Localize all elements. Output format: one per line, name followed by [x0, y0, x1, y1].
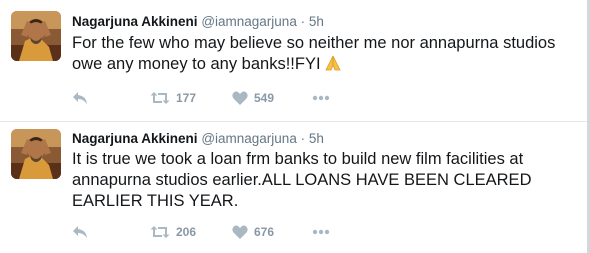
- reply-button[interactable]: [72, 88, 88, 108]
- retweet-icon: [150, 226, 170, 238]
- tweet-actions: 177 549: [72, 88, 372, 108]
- more-icon: [312, 229, 330, 235]
- reply-icon: [73, 92, 87, 104]
- reply-button[interactable]: [72, 222, 88, 242]
- like-count: 676: [254, 225, 275, 239]
- separator: ·: [300, 131, 306, 146]
- tweet-text-body: For the few who may believe so neither m…: [72, 34, 556, 73]
- author-handle[interactable]: @iamnagarjuna: [201, 131, 297, 146]
- tweet[interactable]: Nagarjuna Akkineni @iamnagarjuna · 5h It…: [0, 122, 590, 253]
- tweet[interactable]: Nagarjuna Akkineni @iamnagarjuna · 5h Fo…: [0, 0, 590, 122]
- more-button[interactable]: [312, 222, 330, 242]
- tweet-text: It is true we took a loan frm banks to b…: [72, 150, 532, 210]
- like-button[interactable]: 676: [232, 222, 274, 242]
- timestamp[interactable]: 5h: [309, 14, 324, 29]
- retweet-count: 177: [176, 91, 197, 105]
- author-name[interactable]: Nagarjuna Akkineni: [72, 131, 198, 146]
- tweet-text: For the few who may believe so neither m…: [72, 33, 582, 78]
- retweet-button[interactable]: 177: [150, 88, 196, 108]
- folded-hands-icon: [324, 54, 342, 78]
- more-icon: [312, 95, 330, 101]
- avatar[interactable]: [11, 129, 61, 179]
- more-button[interactable]: [312, 88, 330, 108]
- retweet-count: 206: [176, 225, 197, 239]
- heart-icon: [232, 91, 248, 105]
- like-count: 549: [254, 91, 275, 105]
- avatar[interactable]: [11, 11, 61, 61]
- retweet-button[interactable]: 206: [150, 222, 196, 242]
- tweet-header: Nagarjuna Akkineni @iamnagarjuna · 5h: [72, 14, 324, 29]
- timestamp[interactable]: 5h: [309, 131, 324, 146]
- author-name[interactable]: Nagarjuna Akkineni: [72, 14, 198, 29]
- tweet-header: Nagarjuna Akkineni @iamnagarjuna · 5h: [72, 131, 324, 146]
- like-button[interactable]: 549: [232, 88, 274, 108]
- reply-icon: [73, 226, 87, 238]
- tweet-actions: 206 676: [72, 222, 372, 242]
- heart-icon: [232, 225, 248, 239]
- retweet-icon: [150, 92, 170, 104]
- author-handle[interactable]: @iamnagarjuna: [201, 14, 297, 29]
- separator: ·: [300, 14, 306, 29]
